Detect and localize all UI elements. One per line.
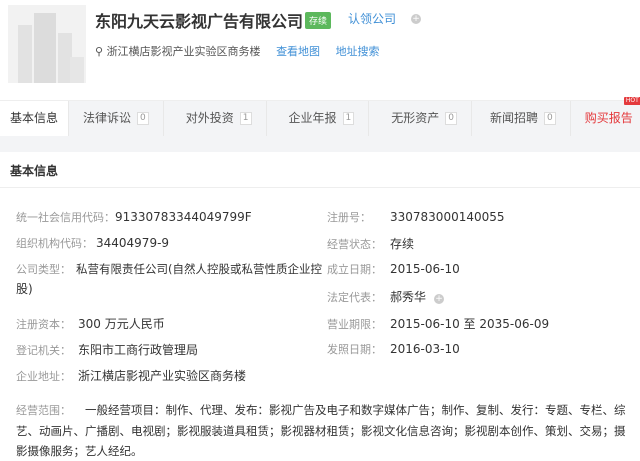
status-badge: 存续 <box>305 12 332 29</box>
label: 登记机关： <box>16 344 71 357</box>
label: 企业地址： <box>16 370 71 383</box>
building-icon <box>18 13 84 83</box>
field-scope: 经营范围： 一般经营项目：制作、代理、发布：影视广告及电子和数字媒体广告；制作、复… <box>16 400 631 461</box>
label: 注册资本： <box>16 318 71 331</box>
legal-rep-link[interactable]: 郝秀华 <box>390 290 426 304</box>
value: 300 万元人民币 <box>78 317 165 331</box>
plus-icon[interactable]: + <box>434 294 445 304</box>
label: 发照日期： <box>327 343 382 356</box>
value: 一般经营项目：制作、代理、发布：影视广告及电子和数字媒体广告；制作、复制、发行：… <box>16 403 626 458</box>
label: 经营范围： <box>16 404 71 417</box>
tab-label: 新闻招聘 <box>490 111 539 125</box>
address-line: ⚲ 浙江横店影视产业实验区商务楼 查看地图 地址搜索 <box>95 43 380 59</box>
tab-news-jobs[interactable]: 新闻招聘 0 <box>472 101 571 136</box>
field-issue-date: 发照日期： 2016-03-10 <box>327 341 460 357</box>
plus-icon[interactable]: + <box>411 14 421 24</box>
tab-bar: 基本信息 法律诉讼 0 对外投资 1 企业年报 1 无形资产 0 新闻招聘 0 购买报告 H… <box>0 97 640 136</box>
label: 组织机构代码： <box>16 237 93 250</box>
tab-count: 0 <box>137 112 149 125</box>
hot-badge: HOT <box>623 97 640 105</box>
company-name: 东阳九天云影视广告有限公司 <box>95 12 304 31</box>
tab-label: 购买报告 <box>584 111 633 125</box>
section-title: 基本信息 <box>10 164 59 178</box>
value: 2015-06-10 <box>390 262 460 276</box>
value: 2015-06-10 至 2035-06-09 <box>390 317 550 331</box>
tab-label: 企业年报 <box>288 111 337 125</box>
label: 注册号： <box>327 211 371 224</box>
tab-count: 0 <box>445 112 458 125</box>
tab-count: 0 <box>544 112 556 125</box>
location-pin-icon: ⚲ <box>95 45 104 58</box>
value: 34404979-9 <box>96 236 170 250</box>
value: 91330783344049799F <box>115 210 252 224</box>
field-legal-rep: 法定代表： 郝秀华 + <box>327 288 445 305</box>
divider <box>0 187 640 188</box>
field-authority: 登记机关： 东阳市工商行政管理局 <box>16 341 198 358</box>
value: 私营有限责任公司(自然人控股或私营性质企业控 <box>76 262 322 276</box>
label: 公司类型： <box>16 263 71 276</box>
tab-basic-info[interactable]: 基本信息 <box>0 101 70 136</box>
tab-intangible-assets[interactable]: 无形资产 0 <box>369 101 473 136</box>
label: 成立日期： <box>327 263 382 276</box>
value: 2016-03-10 <box>390 342 460 356</box>
claim-company-link[interactable]: 认领公司 <box>348 10 396 27</box>
view-map-link[interactable]: 查看地图 <box>276 45 320 58</box>
label: 营业期限： <box>327 318 382 331</box>
tab-label: 基本信息 <box>10 111 59 125</box>
field-founded: 成立日期： 2015-06-10 <box>327 261 460 277</box>
tab-count: 1 <box>239 112 252 125</box>
tab-count: 1 <box>342 112 355 125</box>
field-address: 企业地址： 浙江横店影视产业实验区商务楼 <box>16 367 246 384</box>
company-logo <box>8 5 86 83</box>
field-term: 营业期限： 2015-06-10 至 2035-06-09 <box>327 315 549 332</box>
tab-label: 法律诉讼 <box>83 111 132 125</box>
field-reg-capital: 注册资本： 300 万元人民币 <box>16 315 165 332</box>
value: 浙江横店影视产业实验区商务楼 <box>78 369 247 383</box>
tab-buy-report[interactable]: 购买报告 HOT <box>571 97 640 136</box>
address-search-link[interactable]: 地址搜索 <box>336 45 380 58</box>
tab-legal[interactable]: 法律诉讼 0 <box>69 101 164 136</box>
section-gap <box>0 136 640 152</box>
label: 统一社会信用代码： <box>16 211 115 224</box>
field-op-status: 经营状态： 存续 <box>327 235 414 252</box>
tab-annual-report[interactable]: 企业年报 1 <box>267 101 370 136</box>
value: 330783000140055 <box>390 210 505 224</box>
field-reg-no: 注册号： 330783000140055 <box>327 209 505 225</box>
value: 存续 <box>390 237 415 251</box>
field-company-type: 公司类型： 私营有限责任公司(自然人控股或私营性质企业控 <box>16 261 322 277</box>
address-text: 浙江横店影视产业实验区商务楼 <box>106 45 261 58</box>
company-type-wrap: 股) <box>16 282 33 296</box>
label: 经营状态： <box>327 238 382 251</box>
field-credit-code: 统一社会信用代码：91330783344049799F <box>16 209 252 225</box>
value: 东阳市工商行政管理局 <box>78 343 199 357</box>
tab-label: 对外投资 <box>185 111 234 125</box>
field-org-code: 组织机构代码： 34404979-9 <box>16 235 169 251</box>
tab-investment[interactable]: 对外投资 1 <box>164 101 267 136</box>
tab-label: 无形资产 <box>391 111 440 125</box>
label: 法定代表： <box>327 291 382 304</box>
